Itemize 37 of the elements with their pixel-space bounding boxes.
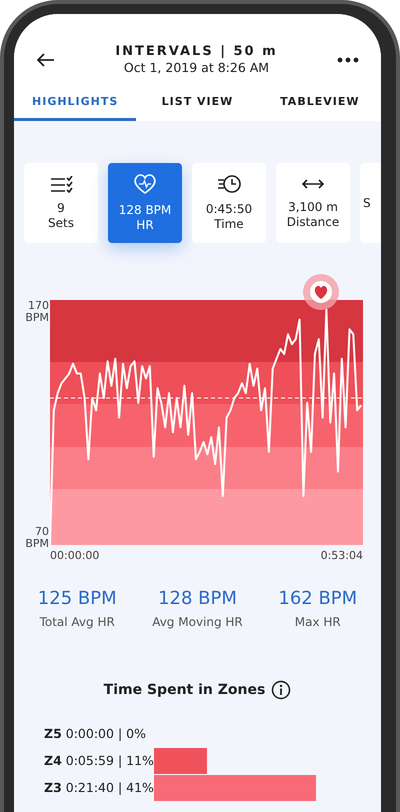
zone-percent: | 0%: [118, 726, 146, 741]
back-icon[interactable]: [34, 52, 56, 68]
stat-card[interactable]: 0:45:50 Time: [192, 163, 266, 243]
stat-label: Max HR: [294, 615, 342, 629]
stat-card[interactable]: 9 Sets: [24, 163, 98, 243]
more-icon[interactable]: [336, 56, 359, 62]
section-title: Time Spent in Zones: [104, 682, 266, 698]
zone-percent: | 11%: [118, 753, 154, 768]
stat-card[interactable]: S: [360, 163, 381, 243]
stat-card[interactable]: 128 BPM HR: [108, 163, 182, 243]
stat-value: 125 BPM: [38, 588, 117, 609]
axis-label: 170 BPM: [24, 300, 49, 324]
zone-time: 0:00:00: [66, 726, 114, 741]
axis-label: 00:00:00: [50, 549, 100, 562]
heart-marker-icon: [303, 274, 339, 310]
stat-label: Total Avg HR: [38, 615, 116, 629]
screen-title: INTERVALS | 50 m: [115, 44, 278, 59]
tab[interactable]: TABLEVIEW: [258, 95, 381, 121]
zone-time: 0:21:40: [66, 780, 114, 795]
clock-icon: [217, 174, 241, 194]
axis-label: 70 BPM: [24, 526, 49, 550]
date-text: Oct 1, 2019 at 8:26 AM: [122, 60, 270, 75]
zone-label: Z4: [44, 753, 62, 768]
tab[interactable]: HIGHLIGHTS: [14, 95, 136, 121]
zone-time: 0:05:59: [66, 753, 114, 768]
zone-percent: | 41%: [118, 780, 154, 795]
stat-value: 162 BPM: [278, 588, 358, 609]
heart-pulse-icon: [133, 173, 157, 195]
stat-label: Avg Moving HR: [152, 615, 243, 629]
info-icon[interactable]: [271, 680, 292, 700]
stat-value: 128 BPM: [157, 588, 238, 609]
stat-card[interactable]: 3,100 m Distance: [276, 163, 350, 243]
axis-label: 0:53:04: [320, 549, 363, 562]
zone-label: Z5: [44, 726, 62, 741]
tab[interactable]: LIST VIEW: [136, 95, 259, 121]
zone-label: Z3: [44, 780, 62, 795]
checklist-icon: [50, 176, 72, 192]
